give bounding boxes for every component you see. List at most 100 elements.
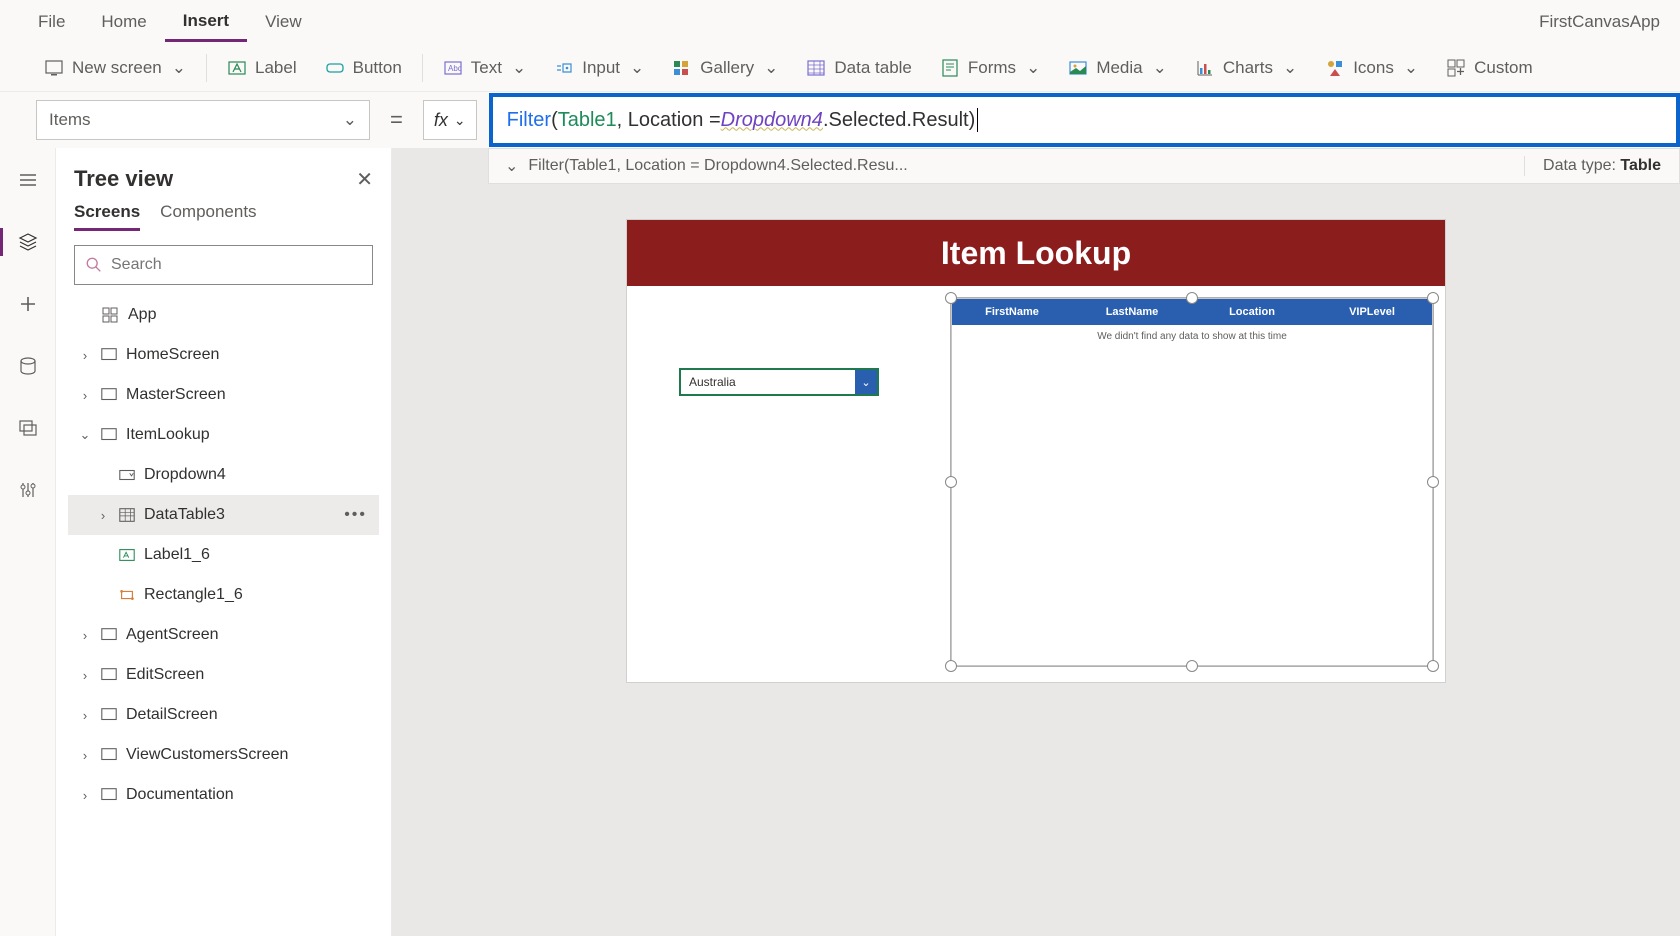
canvas-dropdown[interactable]: Australia ⌄ (679, 368, 879, 396)
forms-icon (940, 58, 960, 78)
ribbon-icons-label: Icons (1353, 58, 1394, 78)
tab-screens[interactable]: Screens (74, 202, 140, 231)
menu-insert[interactable]: Insert (165, 3, 247, 42)
tree-node-datatable3[interactable]: ›DataTable3••• (68, 495, 379, 535)
col-lastname[interactable]: LastName (1072, 299, 1192, 325)
caret-icon[interactable]: › (78, 388, 92, 403)
formula-input[interactable]: Filter(Table1, Location = Dropdown4.Sele… (489, 93, 1680, 147)
caret-icon[interactable]: › (78, 628, 92, 643)
more-icon[interactable]: ••• (344, 506, 367, 524)
col-firstname[interactable]: FirstName (952, 299, 1072, 325)
ribbon-media[interactable]: Media ⌄ (1054, 52, 1181, 84)
dropdown-value: Australia (681, 375, 855, 389)
tab-components[interactable]: Components (160, 202, 256, 231)
resize-handle[interactable] (1186, 660, 1198, 672)
tree-node-label: ViewCustomersScreen (126, 746, 288, 764)
caret-icon[interactable]: › (78, 348, 92, 363)
chevron-down-icon: ⌄ (1404, 58, 1418, 78)
rail-insert[interactable] (12, 288, 44, 320)
formula-result-left[interactable]: ⌄ Filter(Table1, Location = Dropdown4.Se… (489, 156, 1525, 176)
app-name: FirstCanvasApp (1539, 12, 1660, 32)
ribbon-charts[interactable]: Charts ⌄ (1181, 52, 1311, 84)
tree-node-homescreen[interactable]: ›HomeScreen (68, 335, 379, 375)
caret-icon[interactable]: › (78, 788, 92, 803)
button-icon (325, 58, 345, 78)
fx-button[interactable]: fx⌄ (423, 100, 477, 140)
tree-node-masterscreen[interactable]: › MasterScreen (68, 375, 379, 415)
ribbon-new-screen[interactable]: New screen ⌄ (30, 52, 200, 84)
tree-node-label: EditScreen (126, 666, 204, 684)
rail-advanced[interactable] (12, 474, 44, 506)
ribbon-datatable[interactable]: Data table (792, 52, 926, 84)
tree-node-label: MasterScreen (126, 386, 226, 404)
separator (422, 54, 423, 82)
menu-view[interactable]: View (247, 4, 320, 40)
ribbon-label[interactable]: Label (213, 52, 311, 84)
ribbon-icons[interactable]: Icons ⌄ (1311, 52, 1432, 84)
caret-icon[interactable]: › (78, 668, 92, 683)
tree-node-detailscreen[interactable]: › DetailScreen (68, 695, 379, 735)
formula-result-bar: ⌄ Filter(Table1, Location = Dropdown4.Se… (488, 148, 1680, 184)
tree-node-rectangle1_6[interactable]: Rectangle1_6 (68, 575, 379, 615)
menu-home[interactable]: Home (83, 4, 164, 40)
ribbon: New screen ⌄ Label Button Abc Text ⌄ Inp… (0, 44, 1680, 92)
rail-hamburger[interactable] (12, 164, 44, 196)
chevron-down-icon: ⌄ (505, 156, 518, 176)
ribbon-custom[interactable]: Custom (1432, 52, 1547, 84)
tree-node-label: Rectangle1_6 (144, 586, 243, 604)
tree-node-itemlookup[interactable]: ⌄ItemLookup (68, 415, 379, 455)
search-input[interactable] (111, 256, 362, 274)
resize-handle[interactable] (945, 660, 957, 672)
chevron-down-icon: ⌄ (172, 58, 186, 78)
property-name: Items (49, 110, 91, 130)
col-location[interactable]: Location (1192, 299, 1312, 325)
icons-icon (1325, 58, 1345, 78)
tree-view-title: Tree view (74, 166, 173, 192)
rail-data[interactable] (12, 350, 44, 382)
ribbon-forms[interactable]: Forms ⌄ (926, 52, 1054, 84)
rail-tree-view[interactable] (12, 226, 44, 258)
resize-handle[interactable] (1427, 476, 1439, 488)
caret-icon[interactable]: ⌄ (78, 427, 92, 443)
caret-icon[interactable]: › (78, 748, 92, 763)
formula-token-table: Table1 (558, 109, 617, 132)
app-canvas[interactable]: Item Lookup Australia ⌄ FirstName LastNa… (627, 220, 1445, 682)
ribbon-input[interactable]: Input ⌄ (540, 52, 658, 84)
datatable-icon (118, 506, 136, 524)
ribbon-datatable-label: Data table (834, 58, 912, 78)
resize-handle[interactable] (945, 476, 957, 488)
col-viplevel[interactable]: VIPLevel (1312, 299, 1432, 325)
tree-node-label: DetailScreen (126, 706, 218, 724)
label-icon (118, 546, 136, 564)
caret-icon[interactable]: › (78, 708, 92, 723)
chevron-down-icon: ⌄ (343, 110, 357, 130)
resize-handle[interactable] (1427, 660, 1439, 672)
resize-handle[interactable] (1186, 292, 1198, 304)
tree-node-dropdown4[interactable]: Dropdown4 (68, 455, 379, 495)
canvas-datatable[interactable]: FirstName LastName Location VIPLevel We … (951, 298, 1433, 666)
ribbon-text[interactable]: Abc Text ⌄ (429, 52, 540, 84)
tree-search[interactable] (74, 245, 373, 285)
ribbon-button[interactable]: Button (311, 52, 416, 84)
tree-node-app[interactable]: App (68, 295, 379, 335)
tree-node-label1_6[interactable]: Label1_6 (68, 535, 379, 575)
datatable-empty-msg: We didn't find any data to show at this … (952, 325, 1432, 348)
close-icon[interactable]: ✕ (356, 167, 373, 192)
ribbon-gallery[interactable]: Gallery ⌄ (658, 52, 792, 84)
tree-node-label: Label1_6 (144, 546, 210, 564)
canvas-area[interactable]: ↖ Item Lookup Australia ⌄ FirstName Last… (392, 148, 1680, 936)
text-icon: Abc (443, 58, 463, 78)
dropdown-chevron[interactable]: ⌄ (855, 370, 877, 394)
tree-app-label: App (128, 306, 156, 324)
tree-node-agentscreen[interactable]: ›AgentScreen (68, 615, 379, 655)
menu-file[interactable]: File (20, 4, 83, 40)
property-selector[interactable]: Items ⌄ (36, 100, 370, 140)
tree-node-editscreen[interactable]: › EditScreen (68, 655, 379, 695)
tree-view-panel: Tree view ✕ Screens Components App ›Home… (56, 148, 392, 936)
tree-node-documentation[interactable]: ›Documentation (68, 775, 379, 815)
rail-media[interactable] (12, 412, 44, 444)
tree-node-viewcustomersscreen[interactable]: › ViewCustomersScreen (68, 735, 379, 775)
resize-handle[interactable] (1427, 292, 1439, 304)
caret-icon[interactable]: › (96, 508, 110, 523)
resize-handle[interactable] (945, 292, 957, 304)
